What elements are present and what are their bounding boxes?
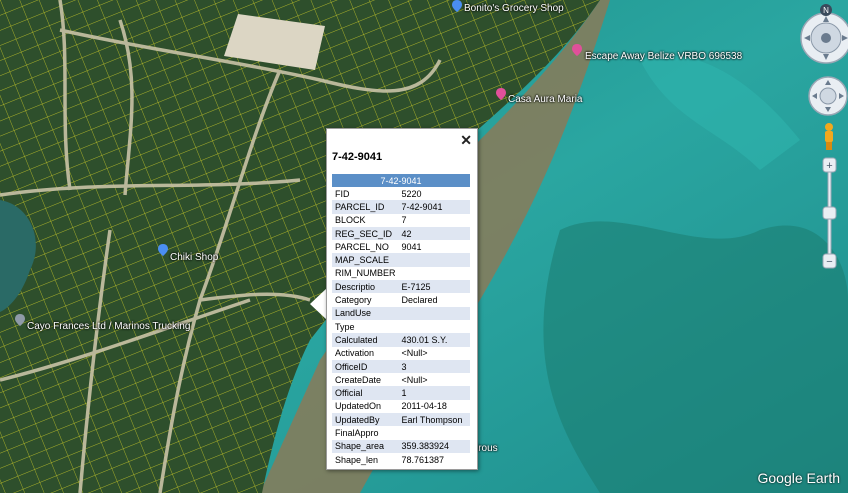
attribute-value: E-7125: [398, 280, 470, 294]
attribute-value: [398, 306, 470, 320]
attribute-key: OfficeID: [332, 359, 399, 374]
attribute-value: [399, 267, 470, 280]
place-label-text: Chiki Shop: [170, 252, 219, 263]
place-label-chiki-shop[interactable]: Chiki Shop: [170, 252, 218, 263]
google-earth-logo: Google Earth: [757, 470, 841, 486]
attribute-value: 7: [401, 215, 407, 226]
attribute-row: Activation <Null>: [332, 347, 470, 360]
attribute-key: UpdatedOn: [335, 401, 382, 412]
attribute-row: OfficeID 3: [332, 359, 470, 374]
attribute-key: PARCEL_ID: [332, 200, 399, 214]
attribute-key: Shape_len: [335, 454, 379, 465]
close-icon[interactable]: ✕: [460, 132, 472, 148]
attribute-value: 42: [398, 226, 470, 241]
attribute-value: 359.383924: [398, 439, 470, 453]
attribute-row: Type: [332, 320, 470, 333]
attribute-key: PARCEL_NO: [335, 241, 389, 252]
look-compass-control[interactable]: [800, 12, 848, 64]
attribute-value: 1: [398, 386, 470, 400]
attribute-value: 430.01 S.Y.: [398, 333, 470, 347]
attribute-row: Calculated 430.01 S.Y.: [332, 333, 470, 347]
attribute-value: Earl Thompson: [398, 413, 470, 427]
attribute-key: FID: [335, 188, 350, 199]
attribute-row: CreateDate <Null>: [332, 373, 470, 386]
attribute-row: Shape_len 78.761387: [332, 453, 470, 466]
attribute-key: Official: [332, 386, 399, 400]
attribute-key: Category: [335, 295, 372, 306]
attribute-row: RIM_NUMBER: [332, 267, 470, 280]
attribute-key: Calculated: [332, 333, 399, 347]
attribute-table-header: 7-42-9041: [332, 174, 470, 187]
attribute-row: BLOCK 7: [332, 214, 470, 227]
attribute-row: MAP_SCALE: [332, 253, 470, 267]
place-label-text: Casa Aura Maria: [508, 94, 583, 105]
attribute-value: 3: [398, 359, 470, 374]
place-label-bonitos[interactable]: Bonito's Grocery Shop: [464, 3, 564, 14]
popup-pointer: [310, 288, 327, 320]
attribute-key: REG_SEC_ID: [332, 226, 399, 241]
attribute-key: BLOCK: [335, 215, 366, 226]
attribute-row: PARCEL_NO 9041: [332, 240, 470, 253]
attribute-row: UpdatedOn 2011-04-18: [332, 400, 470, 413]
place-label-text: Escape Away Belize VRBO 696538: [585, 51, 743, 62]
attribute-key: UpdatedBy: [332, 413, 399, 427]
zoom-out-button[interactable]: −: [826, 256, 832, 268]
attribute-row: REG_SEC_ID 42: [332, 226, 470, 241]
move-control[interactable]: [808, 76, 848, 116]
attribute-value: 2011-04-18: [401, 401, 447, 412]
navigation-controls: N + −: [800, 4, 848, 269]
zoom-slider[interactable]: [822, 157, 837, 269]
attribute-key: FinalAppro: [335, 427, 379, 438]
attribute-value: [399, 320, 470, 333]
attribute-value: [399, 426, 470, 439]
attribute-value: [398, 253, 470, 267]
zoom-in-button[interactable]: +: [826, 160, 832, 172]
place-label-casa-aura-maria[interactable]: Casa Aura Maria: [508, 94, 582, 105]
attribute-row: UpdatedBy Earl Thompson: [332, 413, 470, 427]
attribute-row: PARCEL_ID 7-42-9041: [332, 200, 470, 214]
attribute-key: Shape_area: [332, 439, 399, 453]
place-label-escape-away[interactable]: Escape Away Belize VRBO 696538: [585, 51, 742, 62]
attribute-key: Activation: [335, 348, 375, 359]
attribute-value: <Null>: [401, 348, 428, 359]
attribute-key: Descriptio: [332, 280, 399, 294]
place-label-cayo-frances[interactable]: Cayo Frances Ltd / Marinos Trucking: [27, 321, 190, 332]
attribute-key: RIM_NUMBER: [335, 268, 396, 279]
attribute-value: 7-42-9041: [398, 200, 470, 214]
place-label-partial[interactable]: irous: [476, 443, 498, 454]
attribute-row: Shape_area 359.383924: [332, 439, 470, 453]
attribute-value: Declared: [401, 295, 438, 306]
place-label-text: Bonito's Grocery Shop: [464, 3, 564, 14]
parcel-info-popup: ✕ 7-42-9041 7-42-9041 FID 5220 PARCEL_ID 7-…: [326, 128, 478, 470]
attribute-row: Descriptio E-7125: [332, 280, 470, 294]
attribute-row: Official 1: [332, 386, 470, 400]
attribute-row: Category Declared: [332, 293, 470, 306]
attribute-key: MAP_SCALE: [332, 253, 399, 267]
pegman-icon[interactable]: [825, 123, 833, 150]
attribute-value: 5220: [401, 188, 422, 199]
place-label-text: Cayo Frances Ltd / Marinos Trucking: [27, 321, 191, 332]
attribute-value: <Null>: [401, 374, 428, 385]
popup-title: 7-42-9041: [332, 151, 383, 163]
attribute-row: FinalAppro: [332, 426, 470, 439]
attribute-value: 78.761387: [401, 454, 445, 465]
attribute-key: CreateDate: [335, 374, 382, 385]
attribute-key: LandUse: [332, 306, 399, 320]
attribute-row: FID 5220: [332, 187, 470, 200]
place-label-text: irous: [476, 443, 498, 454]
attribute-value: 9041: [401, 241, 422, 252]
attribute-table: 7-42-9041 FID 5220 PARCEL_ID 7-42-9041 BLOCK…: [332, 174, 470, 466]
north-label: N: [823, 6, 829, 15]
attribute-row: LandUse: [332, 306, 470, 320]
attribute-key: Type: [335, 321, 355, 332]
